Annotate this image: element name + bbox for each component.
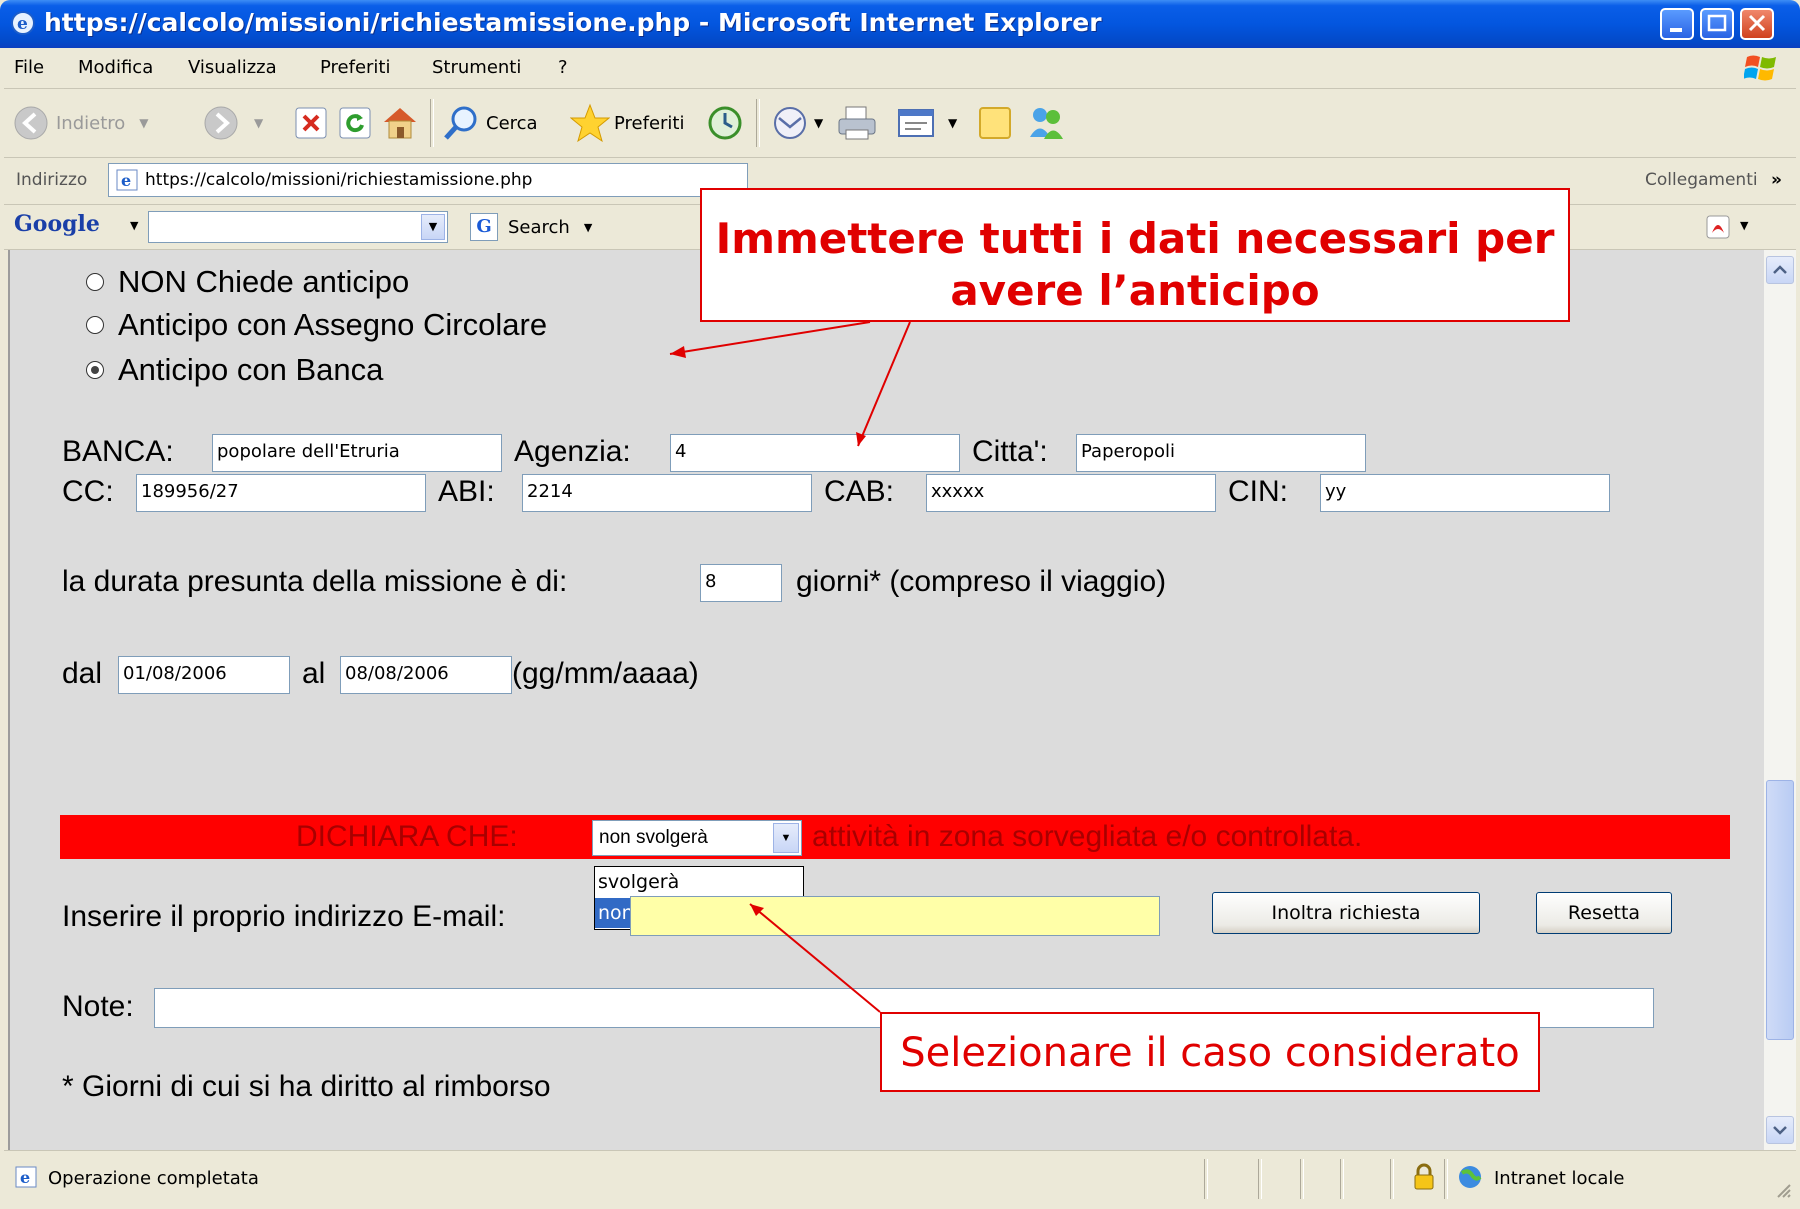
status-divider bbox=[1300, 1159, 1304, 1199]
zone-text: Intranet locale bbox=[1494, 1168, 1625, 1189]
lock-icon bbox=[1414, 1163, 1434, 1190]
svg-text:e: e bbox=[20, 1168, 30, 1187]
status-divider bbox=[1390, 1159, 1394, 1199]
callout-bottom-text: Selezionare il caso considerato bbox=[900, 1030, 1520, 1076]
page-icon: e bbox=[15, 1166, 37, 1188]
callout-bottom: Selezionare il caso considerato bbox=[880, 1012, 1540, 1092]
callout-top: Immettere tutti i dati necessari per ave… bbox=[700, 188, 1570, 322]
intranet-globe-icon bbox=[1459, 1166, 1482, 1188]
callout-top-line1: Immettere tutti i dati necessari per bbox=[715, 214, 1555, 263]
callout-top-line2: avere l’anticipo bbox=[950, 266, 1320, 315]
status-bar: e Operazione completata Intranet locale bbox=[4, 1150, 1796, 1207]
status-divider bbox=[1258, 1159, 1262, 1199]
ie-window: e https://calcolo/missioni/richiestamiss… bbox=[0, 0, 1800, 1209]
resize-grip-icon[interactable] bbox=[1774, 1181, 1792, 1199]
status-divider bbox=[1340, 1159, 1344, 1199]
status-divider bbox=[1204, 1159, 1208, 1199]
status-text: Operazione completata bbox=[48, 1168, 259, 1189]
status-divider bbox=[1444, 1159, 1448, 1199]
